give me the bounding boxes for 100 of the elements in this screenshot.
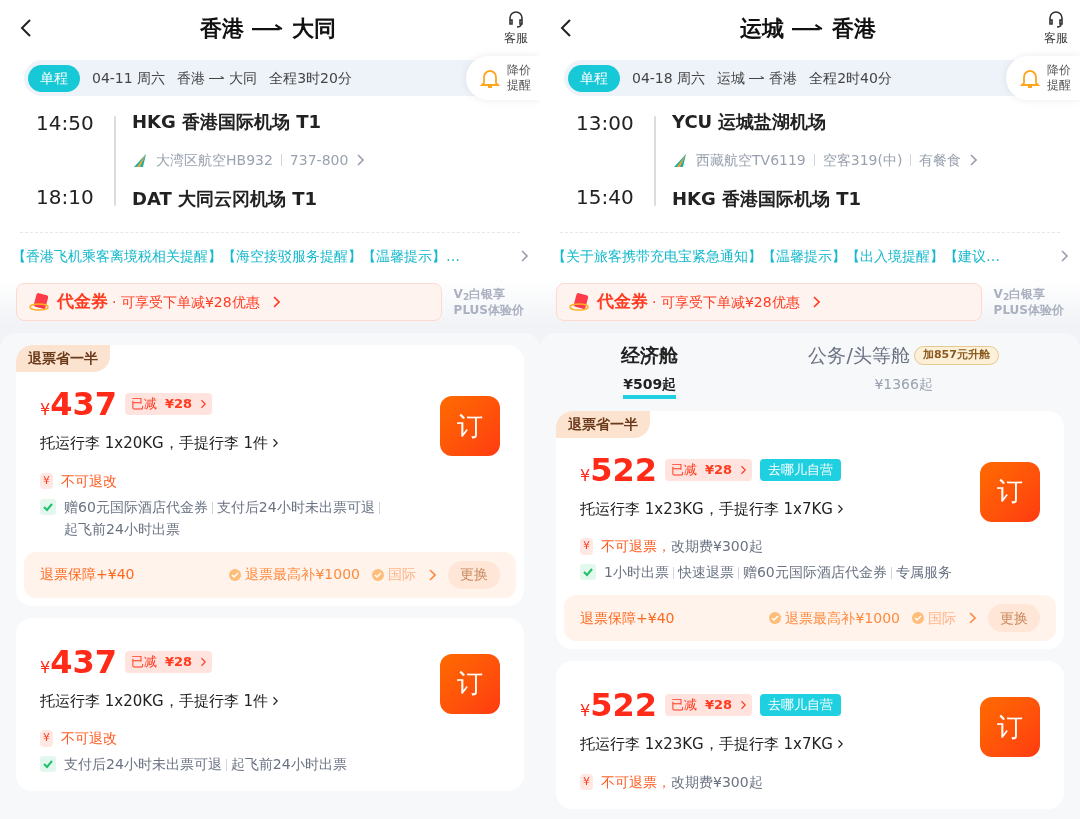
plus-member-label: V$_{2}$白银享 <box>993 286 1047 302</box>
book-button[interactable]: 订 <box>980 461 1040 522</box>
departure-time: 14:50 <box>36 110 95 137</box>
change-fee: 改期费¥300起 <box>671 537 763 556</box>
back-icon[interactable] <box>20 18 32 38</box>
book-button[interactable]: 订 <box>440 653 500 714</box>
back-icon[interactable] <box>560 18 572 38</box>
voucher-text: · 可享受下单减¥28优惠 <box>652 292 800 312</box>
customer-service-button[interactable]: 客服 <box>504 9 528 47</box>
yen-icon: ¥ <box>580 773 593 791</box>
chevron-icon <box>740 700 747 710</box>
discount-amount: ¥28 <box>705 460 733 479</box>
flight-info: 空客319(中) <box>822 150 903 170</box>
perk-text: 赠60元国际酒店代金券 <box>64 498 208 515</box>
discount-label: 已减 <box>671 696 697 715</box>
trip-type-badge: 单程 <box>568 64 620 92</box>
baggage-info[interactable]: 托运行李 1x23KG，手提行李 1x7KG <box>580 497 833 520</box>
headset-icon <box>1046 9 1066 29</box>
price-alert-button[interactable]: 降价 提醒 <box>466 56 540 100</box>
discount-chip[interactable]: 已减 ¥28 <box>125 393 213 415</box>
flight-info: 大湾区航空HB932 <box>156 150 273 170</box>
check-icon <box>580 564 596 580</box>
yen-icon: ¥ <box>40 472 53 490</box>
title-origin: 香港 <box>200 14 244 43</box>
chevron-icon <box>200 656 207 667</box>
chevron-icon <box>200 399 207 409</box>
yen-icon: ¥ <box>40 730 53 747</box>
chevron-icon <box>428 568 436 581</box>
chevron-icon <box>740 464 747 475</box>
route-destination: 香港 <box>769 68 798 88</box>
chevron-icon <box>811 296 820 308</box>
discount-chip[interactable]: 已减 ¥28 <box>125 650 213 673</box>
arrival-time: 18:10 <box>36 184 95 211</box>
perk-text: 起飞前24小时出票 <box>230 756 347 772</box>
discount-amount: ¥28 <box>705 696 733 715</box>
voucher-banner[interactable]: 代金券 · 可享受下单减¥28优惠 <box>16 283 442 321</box>
plus-price-label: PLUS体验价 <box>453 302 524 318</box>
fare-price: 437 <box>50 641 117 682</box>
price-alert-label: 降价 提醒 <box>506 63 532 93</box>
voucher-label: 代金券 <box>57 290 108 314</box>
baggage-info[interactable]: 托运行李 1x20KG，手提行李 1件 <box>40 689 269 712</box>
chevron-icon <box>520 250 528 262</box>
change-button[interactable]: 更换 <box>988 604 1040 632</box>
arrow-icon <box>209 74 226 82</box>
perk-text: 支付后24小时未出票可退 <box>64 756 222 772</box>
flight-info: 西藏航空TV6119 <box>696 150 806 170</box>
currency-sign: ¥ <box>40 657 51 679</box>
departure-time: 13:00 <box>576 110 635 137</box>
chevron-icon <box>968 612 976 624</box>
currency-sign: ¥ <box>580 465 591 487</box>
cabin-tab[interactable]: 公务/头等舱 加857元升舱 ¥1366起 <box>808 341 999 399</box>
cabin-tab[interactable]: 经济舱 ¥509起 <box>621 341 679 399</box>
discount-amount: ¥28 <box>165 395 193 414</box>
notice-link[interactable]: 【关于旅客携带充电宝紧急通知】【温馨提示】【出入境提醒】【建议… <box>552 245 1060 267</box>
book-button[interactable]: 订 <box>980 697 1040 757</box>
discount-label: 已减 <box>131 395 157 414</box>
route-origin: 运城 <box>717 68 746 88</box>
fare-price: 522 <box>590 685 657 725</box>
check-icon <box>769 612 782 624</box>
chevron-icon <box>969 154 978 166</box>
price-alert-label: 降价 提醒 <box>1046 63 1072 93</box>
price-alert-button[interactable]: 降价 提醒 <box>1006 56 1080 100</box>
insurance-benefit: 退票最高补¥1000 <box>245 565 360 584</box>
trip-type-badge: 单程 <box>28 64 80 92</box>
check-icon <box>912 612 924 624</box>
insurance-benefit: 国际 <box>388 565 416 584</box>
insurance-benefit: 退票最高补¥1000 <box>785 608 900 628</box>
chevron-icon <box>836 739 843 750</box>
chevron-icon <box>272 438 279 449</box>
currency-sign: ¥ <box>580 701 591 722</box>
chevron-icon <box>272 695 279 706</box>
discount-label: 已减 <box>131 652 157 671</box>
customer-service-button[interactable]: 客服 <box>1044 9 1068 47</box>
chevron-icon <box>271 296 280 308</box>
flight-info: 737-800 <box>289 150 349 170</box>
notice-link[interactable]: 【香港飞机乘客离境税相关提醒】【海空接驳服务提醒】【温馨提示】… <box>12 245 520 267</box>
discount-chip[interactable]: 已减 ¥28 <box>665 458 753 481</box>
discount-label: 已减 <box>671 460 697 479</box>
insurance-title: 退票保障+¥40 <box>580 608 675 628</box>
perk-text: 赠60元国际酒店代金券 <box>742 564 887 580</box>
book-button[interactable]: 订 <box>440 396 500 456</box>
airline-logo-icon <box>672 152 688 168</box>
chevron-icon <box>1060 250 1068 262</box>
arrival-airport: DAT 大同云冈机场 T1 <box>132 187 319 211</box>
fare-price: 437 <box>50 384 117 424</box>
airline-logo-icon <box>132 152 148 168</box>
trip-date: 04-18 周六 <box>632 68 706 88</box>
fare-tag: 退票省一半 <box>556 410 650 438</box>
baggage-info[interactable]: 托运行李 1x23KG，手提行李 1x7KG <box>580 733 833 756</box>
change-button[interactable]: 更换 <box>448 560 500 589</box>
discount-amount: ¥28 <box>165 652 193 671</box>
voucher-label: 代金券 <box>597 290 648 314</box>
flight-info: 有餐食 <box>919 150 962 170</box>
check-icon <box>40 756 56 772</box>
baggage-info[interactable]: 托运行李 1x20KG，手提行李 1件 <box>40 432 269 455</box>
voucher-banner[interactable]: 代金券 · 可享受下单减¥28优惠 <box>556 283 982 321</box>
discount-chip[interactable]: 已减 ¥28 <box>665 694 753 716</box>
plus-member-label: V$_{2}$白银享 <box>453 286 507 302</box>
trip-duration: 全程3时20分 <box>269 68 352 88</box>
arrival-airport: HKG 香港国际机场 T1 <box>672 187 863 211</box>
